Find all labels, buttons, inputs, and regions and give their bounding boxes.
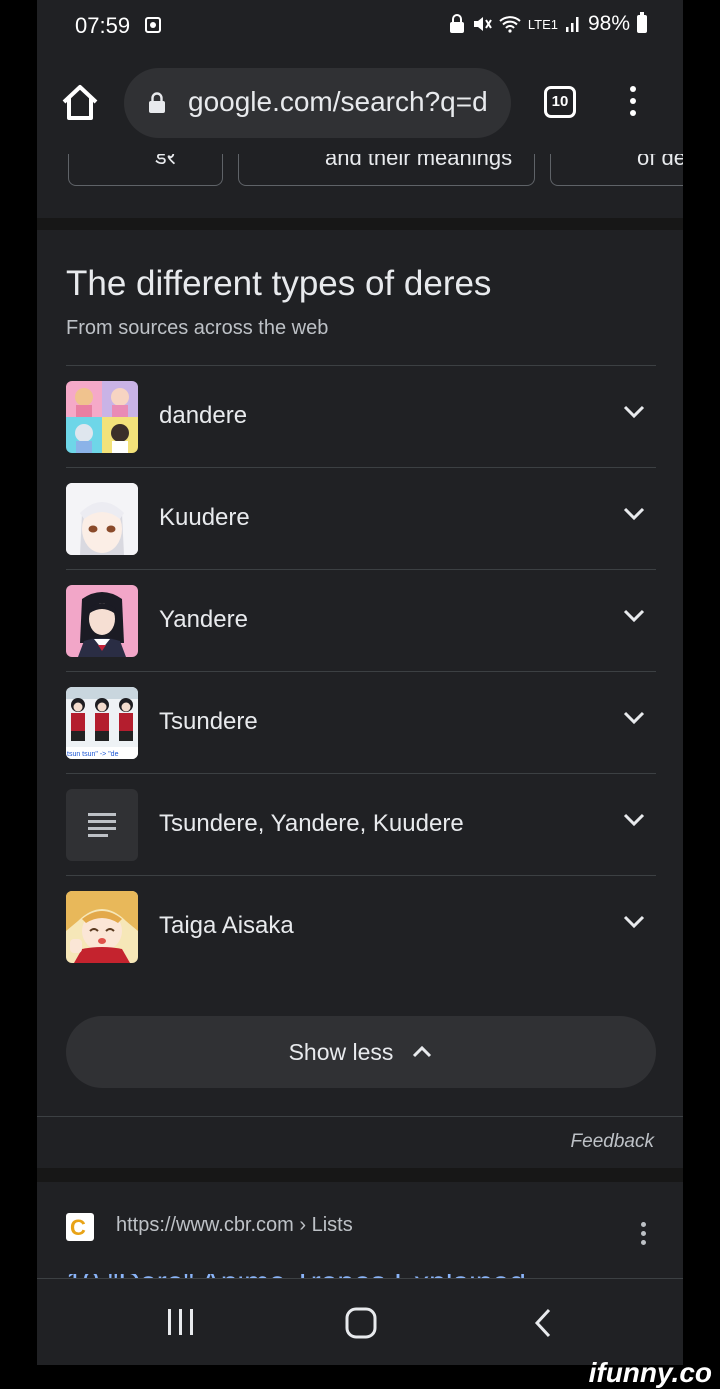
result-cite[interactable]: https://www.cbr.com › Lists	[116, 1214, 353, 1237]
list-item-kuudere[interactable]: Kuudere	[66, 467, 656, 569]
notification-icon	[145, 17, 161, 33]
chevron-down-icon[interactable]	[622, 506, 646, 522]
browser-toolbar: google.com/search?q=d 10	[37, 52, 683, 154]
list-item-label: Yandere	[159, 606, 248, 633]
list-item-dandere[interactable]: dandere	[66, 365, 656, 467]
status-time: 07:59	[75, 13, 131, 38]
wifi-icon	[499, 16, 521, 33]
section-divider	[37, 1168, 683, 1182]
dere-list: dandere Kuudere Yandere tsun tsun" -> "d…	[66, 365, 656, 977]
list-item-label: Tsundere, Yandere, Kuudere	[159, 810, 464, 837]
signal-icon	[565, 17, 579, 32]
mute-icon	[473, 17, 492, 31]
chevron-down-icon[interactable]	[622, 812, 646, 828]
filter-chips: डेरे and their meanings of de	[37, 154, 683, 218]
tab-switcher-button[interactable]: 10	[544, 86, 576, 118]
chevron-down-icon[interactable]	[622, 608, 646, 624]
back-icon[interactable]	[533, 1307, 553, 1339]
chip-label: डेरे	[155, 154, 176, 169]
list-item-label: Taiga Aisaka	[159, 912, 294, 939]
dandere-thumbnail	[66, 381, 138, 453]
chevron-down-icon[interactable]	[622, 404, 646, 420]
list-item-tsundere-yandere-kuudere[interactable]: Tsundere, Yandere, Kuudere	[66, 773, 656, 875]
card-subtitle: From sources across the web	[66, 317, 329, 339]
yandere-thumbnail	[66, 585, 138, 657]
home-icon[interactable]	[57, 80, 103, 126]
card-title: The different types of deres	[66, 264, 492, 303]
list-item-tsundere[interactable]: tsun tsun" -> "de Tsundere	[66, 671, 656, 773]
status-icons: LTE1 98%	[449, 12, 647, 36]
list-item-label: dandere	[159, 402, 248, 429]
chip[interactable]: डेरे	[68, 154, 223, 186]
url-text: google.com/search?q=d	[188, 86, 488, 117]
lock-icon	[149, 92, 165, 113]
cite-path: › Lists	[293, 1214, 353, 1236]
chevron-up-icon	[413, 1045, 432, 1058]
chevron-down-icon[interactable]	[622, 914, 646, 930]
battery-icon	[637, 12, 647, 33]
recent-apps-icon[interactable]	[166, 1307, 196, 1337]
address-bar[interactable]: google.com/search?q=d	[124, 68, 511, 138]
list-item-label: Kuudere	[159, 504, 250, 531]
kuudere-thumbnail	[66, 483, 138, 555]
chevron-down-icon[interactable]	[622, 710, 646, 726]
article-icon	[66, 789, 138, 861]
feedback-row: Feedback	[37, 1116, 683, 1169]
overflow-menu-icon[interactable]	[625, 86, 641, 122]
site-favicon: C	[66, 1213, 94, 1241]
status-bar: 07:59 LTE1 98%	[37, 0, 683, 52]
show-less-button[interactable]: Show less	[66, 1016, 656, 1088]
chip-label: and their meanings	[325, 154, 513, 170]
chip[interactable]: of de	[550, 154, 683, 186]
list-item-taiga-aisaka[interactable]: Taiga Aisaka	[66, 875, 656, 977]
battery-percent: 98%	[587, 12, 630, 35]
home-nav-icon[interactable]	[345, 1307, 377, 1339]
taiga-thumbnail	[66, 891, 138, 963]
lock-alarm-icon	[449, 14, 464, 33]
thumb-caption: tsun tsun" -> "de	[67, 751, 119, 758]
tsundere-thumbnail: tsun tsun" -> "de	[66, 687, 138, 759]
ifunny-watermark: ifunny.co	[588, 1357, 712, 1388]
result-more-options-icon[interactable]	[641, 1222, 647, 1249]
favicon-letter: C	[70, 1215, 86, 1240]
section-divider	[37, 218, 683, 230]
show-less-label: Show less	[288, 1038, 394, 1065]
system-nav-bar	[37, 1278, 683, 1365]
chip[interactable]: and their meanings	[238, 154, 535, 186]
list-item-yandere[interactable]: Yandere	[66, 569, 656, 671]
cite-url: https://www.cbr.com	[116, 1214, 294, 1236]
feedback-link[interactable]: Feedback	[571, 1131, 654, 1153]
types-of-deres-card: The different types of deres From source…	[37, 230, 683, 1116]
network-label: LTE1	[527, 16, 558, 32]
chip-label: of de	[637, 154, 683, 170]
search-result[interactable]: C https://www.cbr.com › Lists 10 "Dere" …	[37, 1182, 683, 1282]
list-item-label: Tsundere	[159, 708, 258, 735]
phone-screen: 07:59 LTE1 98% google.com/search?q=d 10 …	[37, 0, 683, 1365]
